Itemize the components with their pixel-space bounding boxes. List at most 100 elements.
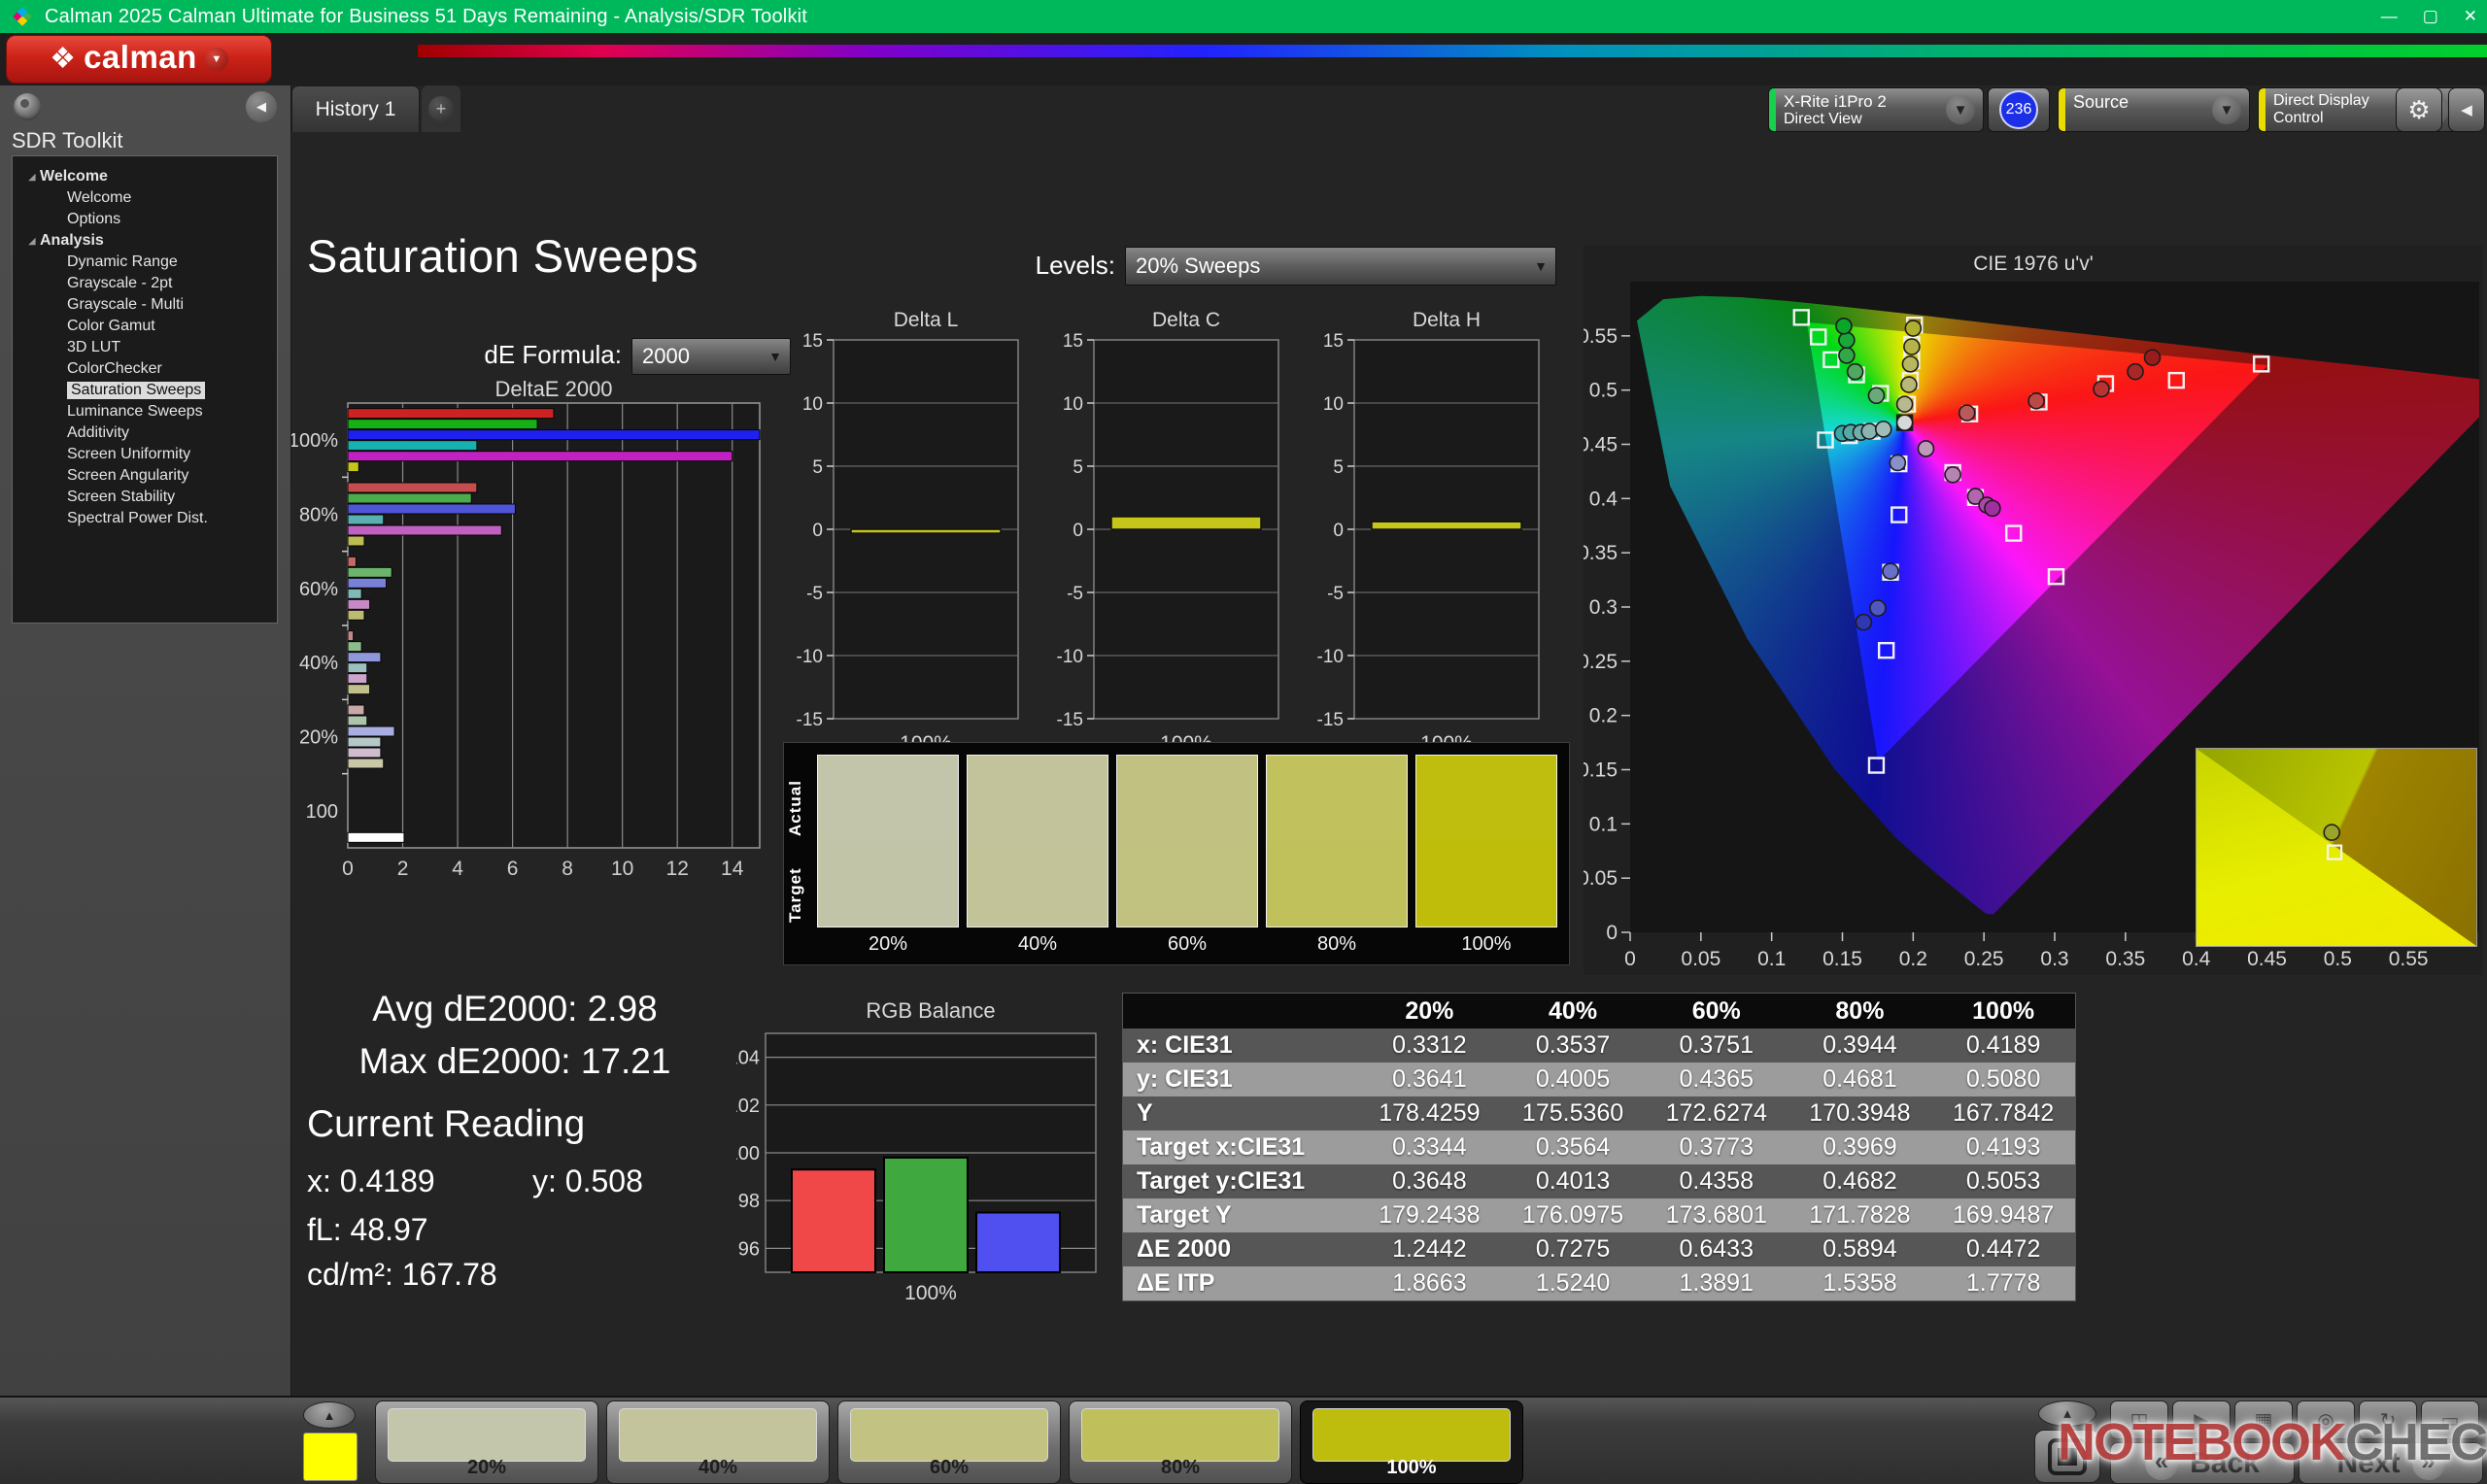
sidebar-item-3d-lut[interactable]: 3D LUT — [13, 337, 277, 358]
inset-measurement-marker — [2323, 824, 2340, 841]
table-cell: 172.6274 — [1665, 1099, 1767, 1127]
bar — [347, 758, 385, 769]
source-dropdown[interactable]: Source ▼ — [2058, 87, 2250, 132]
tick-label: -10 — [797, 647, 823, 667]
sidebar-item-label: 3D LUT — [67, 339, 121, 355]
meter-icon: ◎ — [2317, 1409, 2334, 1432]
pattern-collapse-button[interactable]: ▲ — [303, 1401, 356, 1429]
pattern-button-60%[interactable]: 60% — [837, 1400, 1061, 1484]
bar — [347, 429, 761, 441]
sidebar-item-grayscale-2pt[interactable]: Grayscale - 2pt — [13, 273, 277, 294]
workflow-knob-icon[interactable] — [14, 93, 41, 120]
bar — [347, 419, 538, 430]
tick-label: 0 — [1073, 521, 1083, 541]
refresh-button[interactable]: ↻ — [2359, 1400, 2417, 1439]
sidebar-item-additivity[interactable]: Additivity — [13, 422, 277, 444]
sidebar-item-dynamic-range[interactable]: Dynamic Range — [13, 252, 277, 273]
de-formula-dropdown[interactable]: 2000 ▼ — [631, 338, 791, 375]
meter-dropdown[interactable]: X-Rite i1Pro 2 Direct View ▼ — [1768, 87, 1984, 132]
pattern-button-80%[interactable]: 80% — [1069, 1400, 1292, 1484]
levels-value: 20% Sweeps — [1136, 253, 1261, 278]
refresh-icon: ↻ — [2379, 1409, 2397, 1432]
controls-collapse-button[interactable]: ▲ — [2038, 1400, 2096, 1427]
table-cell: 170.3948 — [1809, 1099, 1911, 1127]
sidebar-collapse-button[interactable]: ◀ — [246, 91, 277, 122]
pattern-button-40%[interactable]: 40% — [606, 1400, 830, 1484]
sidebar-item-luminance-sweeps[interactable]: Luminance Sweeps — [13, 401, 277, 422]
row-label: Target y:CIE31 — [1137, 1167, 1306, 1195]
target-color — [1416, 841, 1556, 927]
measurement-marker — [1882, 562, 1899, 580]
sidebar-item-welcome[interactable]: Welcome — [13, 187, 277, 209]
tree-expanded-icon[interactable]: ◢ — [24, 172, 40, 183]
tick-label: 98 — [738, 1191, 760, 1212]
tick-label: 0.35 — [2105, 948, 2145, 970]
sidebar-item-saturation-sweeps[interactable]: Saturation Sweeps — [13, 380, 277, 401]
table-cell: 0.4472 — [1965, 1235, 2041, 1263]
chevron-down-icon[interactable]: ▼ — [1946, 95, 1975, 124]
target-color — [968, 841, 1107, 927]
table-cell: 167.7842 — [1952, 1099, 2055, 1127]
add-tab-button[interactable]: + — [422, 85, 460, 132]
sidebar-item-grayscale-multi[interactable]: Grayscale - Multi — [13, 294, 277, 316]
sidebar-item-options[interactable]: Options — [13, 209, 277, 230]
back-button[interactable]: « Back — [2110, 1442, 2295, 1484]
deltae2000-chart: DeltaE 2000 0 2 4 6 8 10 12 14 100% 80% 60% 40% 20% 10… — [289, 377, 816, 894]
tab-history-1[interactable]: History 1 — [291, 85, 420, 132]
logo-dropdown-icon[interactable]: ▼ — [204, 48, 228, 71]
cie-zoom-inset — [2196, 748, 2477, 947]
tree-expanded-icon[interactable]: ◢ — [24, 236, 40, 247]
sidebar-item-color-gamut[interactable]: Color Gamut — [13, 316, 277, 337]
minimize-button[interactable]: — — [2381, 7, 2398, 26]
bar — [347, 831, 405, 843]
next-button[interactable]: Next » — [2299, 1442, 2483, 1484]
deltae2000-svg: DeltaE 2000 0 2 4 6 8 10 12 14 100% 80% 60% 40% 20% 10… — [289, 377, 761, 880]
sidebar-item-welcome[interactable]: ◢ Welcome — [13, 166, 277, 187]
sidebar-item-screen-angularity[interactable]: Screen Angularity — [13, 465, 277, 487]
measurement-marker — [1867, 387, 1886, 405]
table-cell: 0.3773 — [1679, 1133, 1754, 1161]
tick-label: 5 — [1333, 457, 1344, 478]
collapse-panel-button[interactable]: ◀ — [2448, 87, 2485, 132]
levels-dropdown[interactable]: 20% Sweeps ▼ — [1125, 247, 1556, 286]
tick-label: RGB Balance — [866, 998, 995, 1023]
tick-label: 15 — [1323, 331, 1344, 352]
meter-button[interactable]: ◎ — [2297, 1400, 2355, 1439]
sidebar-item-label: Grayscale - 2pt — [67, 275, 173, 291]
deltaH-svg: Delta H151050-5-10-15100% — [1317, 309, 1540, 755]
actual-color — [968, 756, 1107, 841]
table-cell: 0.4189 — [1965, 1031, 2041, 1059]
calman-logo-button[interactable]: ❖ calman ▼ — [6, 35, 272, 84]
measurement-marker — [1838, 347, 1856, 364]
pattern-button-100%[interactable]: 100% — [1300, 1400, 1523, 1484]
chart-button[interactable]: ▦ — [2234, 1400, 2293, 1439]
sidebar-item-label: Spectral Power Dist. — [67, 510, 208, 526]
layout-button[interactable]: ▭ — [2421, 1400, 2479, 1439]
sidebar-item-colorchecker[interactable]: ColorChecker — [13, 358, 277, 380]
window-title: Calman 2025 Calman Ultimate for Business… — [45, 5, 808, 27]
tick-label: 15 — [802, 331, 823, 352]
table-cell: 0.6433 — [1679, 1235, 1754, 1263]
tick-label: 100% — [291, 430, 338, 452]
tick-label: 0.05 — [1681, 948, 1720, 970]
pattern-window-button[interactable]: ◳ — [2110, 1400, 2168, 1439]
table-row: x: CIE31 0.3312 0.3537 0.3751 0.3944 0.4189 — [1123, 1029, 2075, 1062]
bar — [347, 652, 382, 663]
sidebar-item-screen-stability[interactable]: Screen Stability — [13, 487, 277, 508]
sidebar-item-screen-uniformity[interactable]: Screen Uniformity — [13, 444, 277, 465]
play-button[interactable]: ▶ — [2172, 1400, 2231, 1439]
tick-label: -5 — [1327, 584, 1344, 604]
table-cell: 171.7828 — [1809, 1201, 1911, 1229]
back-label: Back — [2190, 1446, 2260, 1479]
bar — [347, 673, 368, 685]
sidebar-item-spectral-power-dist-[interactable]: Spectral Power Dist. — [13, 508, 277, 529]
sidebar-item-analysis[interactable]: ◢ Analysis — [13, 230, 277, 252]
settings-button[interactable]: ⚙ — [2396, 87, 2442, 132]
measurement-marker — [1855, 613, 1873, 631]
chevron-down-icon[interactable]: ▼ — [2212, 95, 2241, 124]
pattern-button-20%[interactable]: 20% — [375, 1400, 598, 1484]
maximize-button[interactable]: ▢ — [2423, 7, 2438, 26]
stop-button[interactable] — [2034, 1430, 2100, 1483]
target-marker — [1877, 641, 1895, 659]
close-button[interactable]: ✕ — [2464, 7, 2477, 26]
